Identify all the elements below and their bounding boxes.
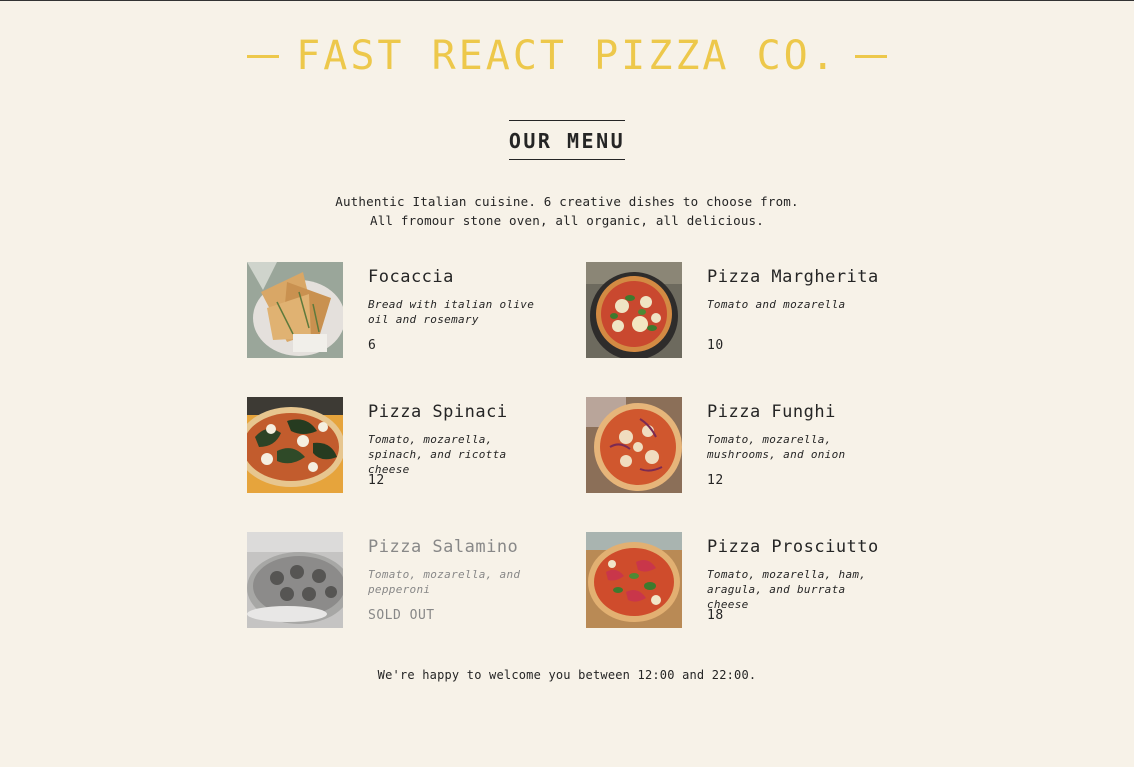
pizza-name: Pizza Prosciutto xyxy=(707,537,879,557)
opening-hours-text: We're happy to welcome you between 12:00… xyxy=(377,668,757,682)
pizza-item-salamino: Pizza Salamino Tomato, mozarella, and pe… xyxy=(247,532,586,628)
pizza-margherita-info: Pizza Margherita Tomato and mozarella 10 xyxy=(707,262,887,358)
pizza-name: Pizza Margherita xyxy=(707,267,879,287)
pizza-ingredients: Tomato, mozarella, mushrooms, and onion xyxy=(707,433,846,461)
menu-intro: Authentic Italian cuisine. 6 creative di… xyxy=(335,194,799,228)
pizza-salamino-photo xyxy=(247,532,343,628)
site-footer: We're happy to welcome you between 12:00… xyxy=(247,668,887,682)
menu-title-wrap: Our Menu xyxy=(247,120,887,160)
pizza-list: Focaccia Bread with italian olive oil an… xyxy=(247,262,887,628)
pizza-price: 12 xyxy=(368,473,385,488)
pizza-funghi-info: Pizza Funghi Tomato, mozarella, mushroom… xyxy=(707,397,887,493)
focaccia-info: Focaccia Bread with italian olive oil an… xyxy=(368,262,553,358)
pizza-salamino-info: Pizza Salamino Tomato, mozarella, and pe… xyxy=(368,532,553,628)
focaccia-photo xyxy=(247,262,343,358)
menu-section: Our Menu Authentic Italian cuisine. 6 cr… xyxy=(247,120,887,628)
header-dash-right xyxy=(854,54,887,58)
sold-out-label: SOLD OUT xyxy=(368,608,435,623)
pizza-item-prosciutto: Pizza Prosciutto Tomato, mozarella, ham,… xyxy=(586,532,887,628)
pizza-margherita-photo xyxy=(586,262,682,358)
pizza-spinaci-photo xyxy=(247,397,343,493)
pizza-name: Focaccia xyxy=(368,267,454,287)
pizza-ingredients: Tomato, mozarella, and pepperoni xyxy=(368,568,521,596)
pizza-item-spinaci: Pizza Spinaci Tomato, mozarella, spinach… xyxy=(247,397,586,493)
page-container: Fast React Pizza Co. Our Menu Authentic … xyxy=(247,34,887,682)
pizza-item-funghi: Pizza Funghi Tomato, mozarella, mushroom… xyxy=(586,397,887,493)
pizza-ingredients: Tomato, mozarella, spinach, and ricotta … xyxy=(368,433,507,476)
pizza-name: Pizza Salamino xyxy=(368,537,519,557)
pizza-price: 12 xyxy=(707,473,724,488)
pizza-ingredients: Tomato and mozarella xyxy=(707,298,846,311)
pizza-ingredients: Bread with italian olive oil and rosemar… xyxy=(368,298,535,326)
pizza-price: 18 xyxy=(707,608,724,623)
pizza-funghi-photo xyxy=(586,397,682,493)
pizza-spinaci-info: Pizza Spinaci Tomato, mozarella, spinach… xyxy=(368,397,553,493)
menu-title: Our Menu xyxy=(508,120,626,160)
pizza-prosciutto-info: Pizza Prosciutto Tomato, mozarella, ham,… xyxy=(707,532,887,628)
site-title: Fast React Pizza Co. xyxy=(296,33,838,79)
header-dash-left xyxy=(247,54,279,58)
pizza-item-margherita: Pizza Margherita Tomato and mozarella 10 xyxy=(586,262,887,358)
pizza-prosciutto-photo xyxy=(586,532,682,628)
pizza-item-focaccia: Focaccia Bread with italian olive oil an… xyxy=(247,262,586,358)
pizza-price: 10 xyxy=(707,338,724,353)
pizza-price: 6 xyxy=(368,338,377,353)
pizza-ingredients: Tomato, mozarella, ham, aragula, and bur… xyxy=(707,568,867,611)
pizza-name: Pizza Spinaci xyxy=(368,402,508,422)
site-header: Fast React Pizza Co. xyxy=(247,34,887,78)
pizza-name: Pizza Funghi xyxy=(707,402,836,422)
